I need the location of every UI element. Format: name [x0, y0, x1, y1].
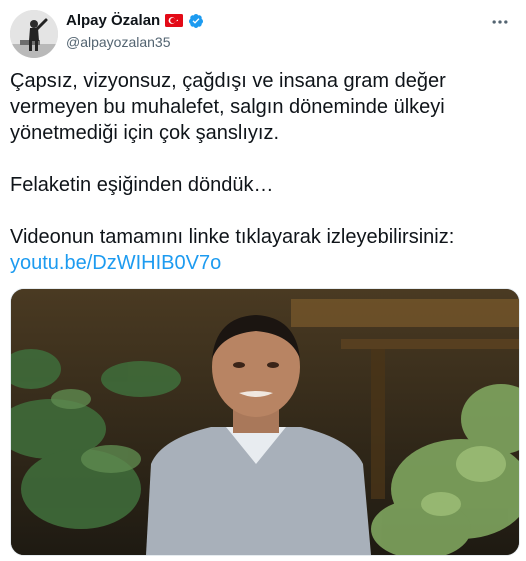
- video-thumbnail[interactable]: [10, 288, 520, 556]
- youtube-link[interactable]: youtu.be/DzWIHIB0V7o: [10, 252, 221, 274]
- author-name-row[interactable]: Alpay Özalan: [66, 12, 204, 29]
- avatar[interactable]: [10, 10, 58, 58]
- tweet-text: Çapsız, vizyonsuz, çağdışı ve insana gra…: [10, 68, 515, 276]
- author-name[interactable]: Alpay Özalan: [66, 12, 160, 29]
- verified-badge-icon: [188, 13, 204, 29]
- tweet-paragraph-1: Çapsız, vizyonsuz, çağdışı ve insana gra…: [10, 70, 446, 144]
- tweet-paragraph-3: Videonun tamamını linke tıklayarak izley…: [10, 226, 455, 248]
- more-options-icon[interactable]: [490, 12, 510, 32]
- tweet-paragraph-2: Felaketin eşiğinden döndük…: [10, 174, 274, 196]
- author-handle[interactable]: @alpayozalan35: [66, 34, 171, 50]
- turkey-flag-icon: [165, 14, 184, 27]
